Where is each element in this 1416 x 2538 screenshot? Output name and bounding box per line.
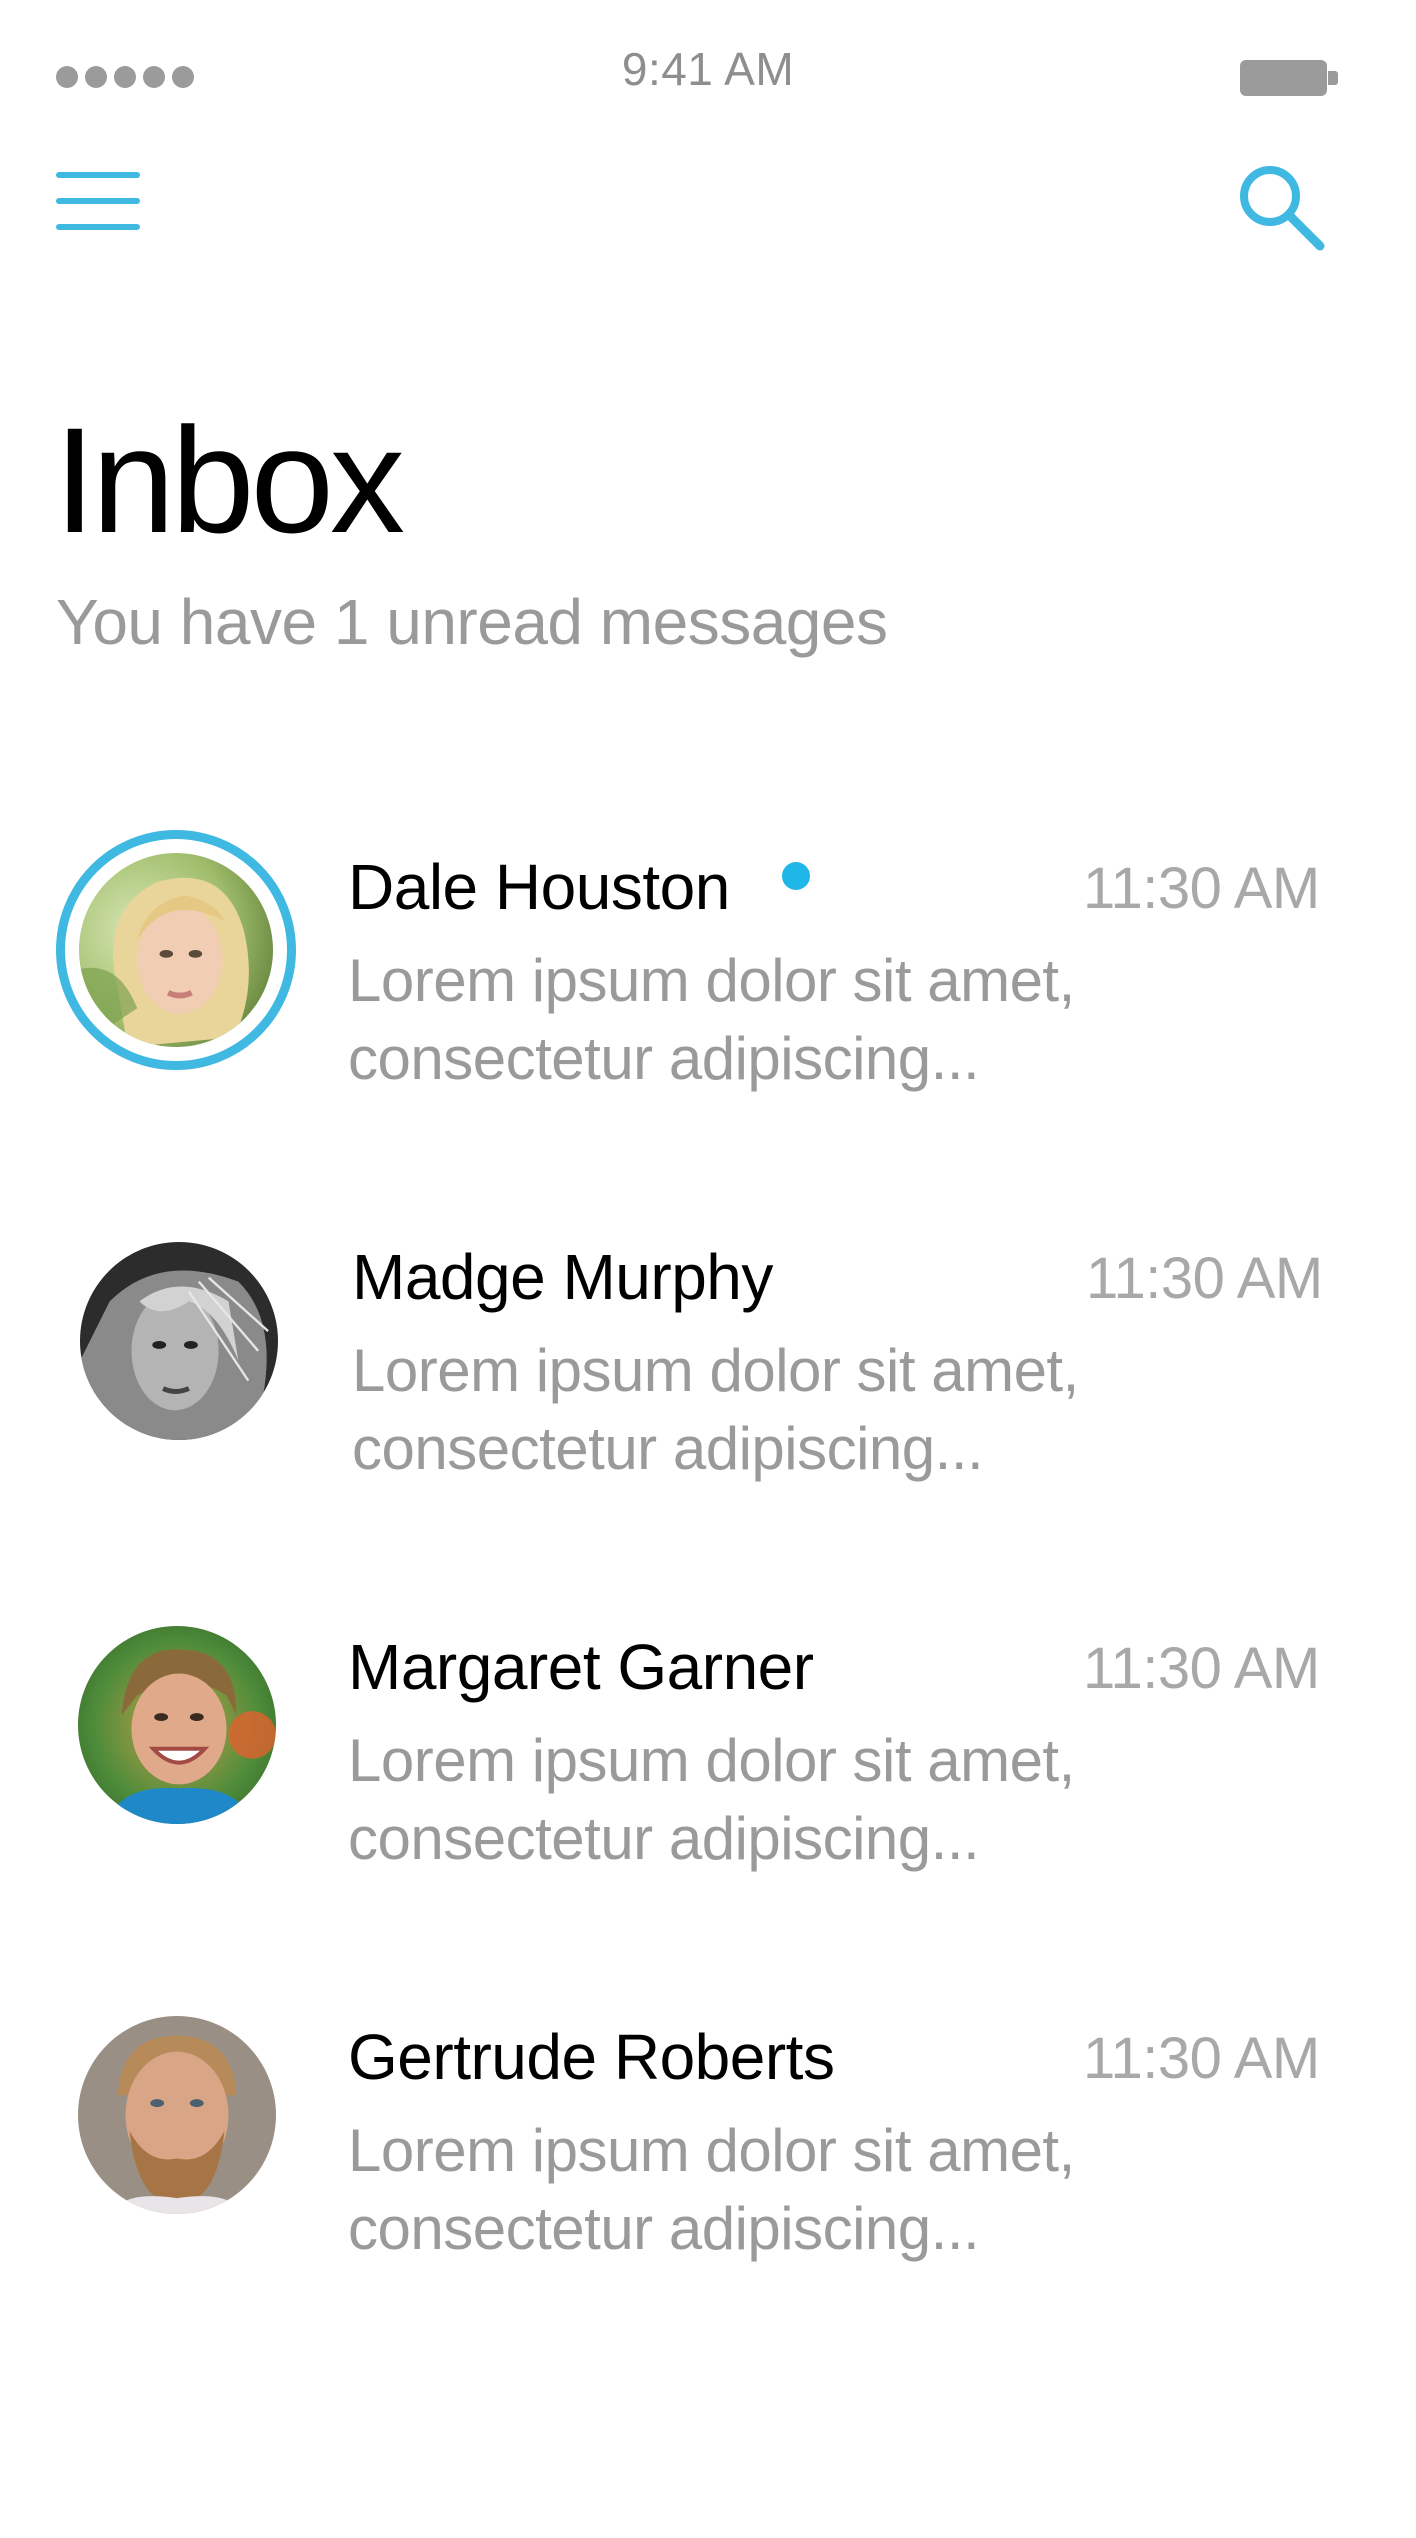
message-time: 11:30 AM: [1083, 2026, 1320, 2091]
conversation-row[interactable]: Dale Houston 11:30 AM Lorem ipsum dolor …: [0, 820, 1416, 1140]
contact-name: Margaret Garner: [348, 1631, 814, 1703]
preview-line: consectetur adipiscing...: [348, 2195, 980, 2262]
message-preview: Lorem ipsum dolor sit amet, consectetur …: [348, 2112, 1248, 2268]
preview-line: consectetur adipiscing...: [348, 1025, 980, 1092]
preview-line: Lorem ipsum dolor sit amet,: [348, 2117, 1075, 2184]
conversation-row[interactable]: Gertrude Roberts 11:30 AM Lorem ipsum do…: [0, 1990, 1416, 2310]
contact-name: Gertrude Roberts: [348, 2021, 835, 2093]
preview-line: Lorem ipsum dolor sit amet,: [348, 1727, 1075, 1794]
message-preview: Lorem ipsum dolor sit amet, consectetur …: [352, 1332, 1252, 1488]
conversation-row[interactable]: Margaret Garner 11:30 AM Lorem ipsum dol…: [0, 1600, 1416, 1920]
avatar: [80, 1242, 278, 1440]
search-icon[interactable]: [1232, 158, 1328, 254]
avatar: [78, 2016, 276, 2214]
unread-indicator-icon: [782, 862, 810, 890]
battery-icon: [1240, 60, 1338, 96]
preview-line: consectetur adipiscing...: [348, 1805, 980, 1872]
message-time: 11:30 AM: [1083, 1636, 1320, 1701]
message-time: 11:30 AM: [1086, 1246, 1323, 1311]
contact-name: Dale Houston: [348, 851, 730, 923]
preview-line: Lorem ipsum dolor sit amet,: [348, 947, 1075, 1014]
conversation-row[interactable]: Madge Murphy 11:30 AM Lorem ipsum dolor …: [0, 1210, 1416, 1530]
status-bar: 9:41 AM: [0, 0, 1416, 140]
page-title: Inbox: [54, 396, 405, 564]
avatar: [79, 853, 273, 1047]
preview-line: Lorem ipsum dolor sit amet,: [352, 1337, 1079, 1404]
avatar-active-ring: [56, 830, 296, 1070]
preview-line: consectetur adipiscing...: [352, 1415, 984, 1482]
contact-name: Madge Murphy: [352, 1241, 773, 1313]
hamburger-menu-icon[interactable]: [56, 172, 140, 234]
status-time: 9:41 AM: [621, 43, 795, 95]
unread-count-subtitle: You have 1 unread messages: [56, 586, 888, 658]
message-time: 11:30 AM: [1083, 856, 1320, 921]
avatar: [78, 1626, 276, 1824]
message-preview: Lorem ipsum dolor sit amet, consectetur …: [348, 942, 1248, 1098]
message-preview: Lorem ipsum dolor sit amet, consectetur …: [348, 1722, 1248, 1878]
